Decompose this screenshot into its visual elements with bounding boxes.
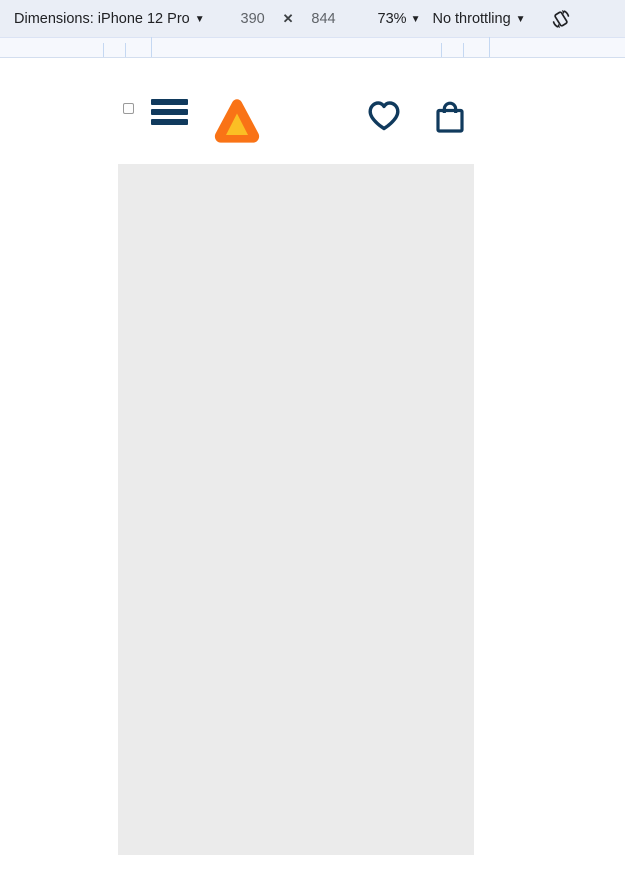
emulated-device-viewport — [118, 59, 474, 878]
rotate-device-icon — [552, 9, 569, 28]
rotate-device-button[interactable] — [548, 6, 574, 32]
wishlist-button[interactable] — [365, 97, 403, 135]
ruler-tick — [125, 43, 126, 57]
viewport-width-input[interactable] — [226, 10, 279, 27]
hamburger-menu-icon — [151, 109, 188, 115]
device-mode-toolbar: Dimensions: iPhone 12 Pro ▼ ✕ 73% ▼ No t… — [0, 0, 625, 37]
viewport-height-input[interactable] — [297, 10, 350, 27]
brand-logo-link[interactable] — [212, 97, 262, 149]
zoom-label: 73% — [377, 10, 407, 27]
zoom-select[interactable]: 73% ▼ — [378, 7, 421, 31]
shopping-bag-icon — [436, 101, 464, 133]
consent-checkbox[interactable] — [123, 103, 134, 114]
hamburger-menu-button[interactable] — [151, 99, 188, 125]
ruler-tick — [103, 43, 104, 57]
cart-button[interactable] — [431, 97, 469, 135]
header-actions — [365, 97, 469, 135]
throttling-select[interactable]: No throttling ▼ — [432, 7, 525, 31]
ruler-tick — [151, 37, 152, 57]
hero-image-placeholder — [118, 164, 474, 855]
chevron-down-icon: ▼ — [515, 13, 526, 25]
chevron-down-icon: ▼ — [194, 13, 205, 25]
site-header — [118, 59, 474, 164]
chevron-down-icon: ▼ — [410, 13, 421, 25]
throttling-label: No throttling — [432, 10, 511, 27]
viewport-ruler — [0, 37, 625, 58]
ruler-tick — [441, 43, 442, 57]
hamburger-menu-icon — [151, 119, 188, 125]
dimensions-select[interactable]: Dimensions: iPhone 12 Pro ▼ — [14, 7, 205, 31]
size-separator-icon: ✕ — [282, 10, 294, 26]
triangle-logo-icon — [214, 99, 260, 143]
hamburger-menu-icon — [151, 99, 188, 105]
dimensions-label: Dimensions: iPhone 12 Pro — [14, 10, 190, 27]
heart-icon — [368, 101, 400, 131]
ruler-tick — [463, 43, 464, 57]
ruler-tick — [489, 37, 490, 57]
